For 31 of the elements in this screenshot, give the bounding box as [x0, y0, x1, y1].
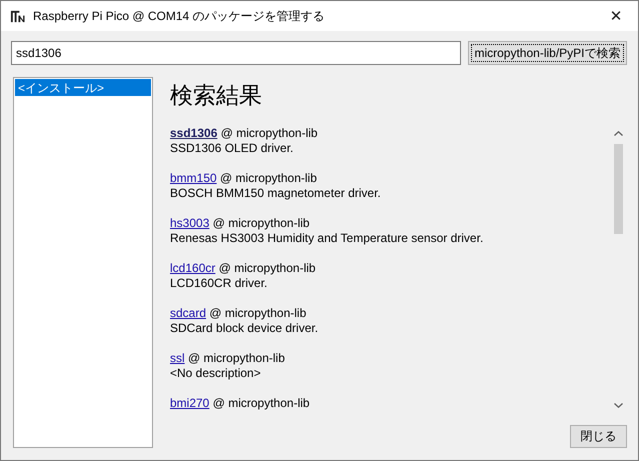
- results-heading: 検索結果: [170, 81, 263, 110]
- package-description: BOSCH BMM150 magnetometer driver.: [170, 186, 382, 201]
- search-field[interactable]: ssd1306: [11, 41, 461, 65]
- package-link[interactable]: ssd1306: [170, 126, 218, 140]
- scroll-down-icon[interactable]: [614, 403, 623, 408]
- package-source: @ micropython-lib: [218, 261, 316, 275]
- package-source: @ micropython-lib: [220, 126, 318, 140]
- package-description: <No description>: [170, 366, 262, 381]
- scrollbar-thumb[interactable]: [614, 144, 623, 234]
- search-button[interactable]: micropython-lib/PyPIで検索: [468, 41, 627, 65]
- package-link[interactable]: sdcard: [170, 306, 206, 320]
- package-source: @ micropython-lib: [212, 216, 310, 230]
- close-button[interactable]: ✕: [594, 1, 638, 31]
- package-link[interactable]: lcd160cr: [170, 261, 216, 275]
- package-link[interactable]: hs3003: [170, 216, 210, 230]
- package-source: @ micropython-lib: [187, 351, 285, 365]
- package-source: @ micropython-lib: [219, 171, 317, 185]
- package-description: LCD160CR driver.: [170, 276, 268, 291]
- window-title: Raspberry Pi Pico @ COM14 のパッケージを管理する: [33, 8, 326, 24]
- package-link[interactable]: ssl: [170, 351, 185, 365]
- package-link[interactable]: bmm150: [170, 171, 217, 185]
- package-description: SDCard block device driver.: [170, 321, 320, 336]
- sidebar-item[interactable]: <インストール>: [15, 79, 151, 96]
- package-link[interactable]: bmi270: [170, 396, 210, 410]
- close-dialog-button[interactable]: 閉じる: [570, 425, 627, 448]
- package-description: Renesas HS3003 Humidity and Temperature sensor driver.: [170, 231, 484, 246]
- scroll-up-icon[interactable]: [614, 131, 623, 136]
- app-logo-icon: [10, 8, 25, 24]
- package-description: SSD1306 OLED driver.: [170, 141, 294, 156]
- package-source: @ micropython-lib: [212, 396, 310, 410]
- package-source: @ micropython-lib: [208, 306, 306, 320]
